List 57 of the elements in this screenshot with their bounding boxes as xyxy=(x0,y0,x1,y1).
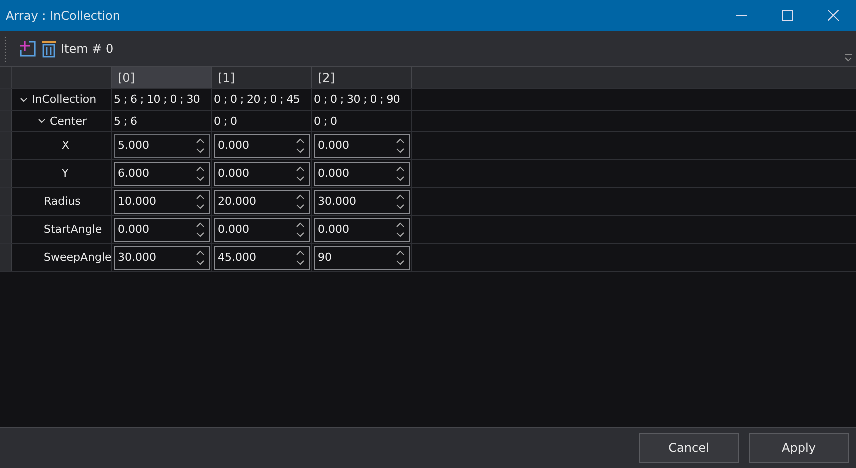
number-field[interactable]: 10.000 xyxy=(114,190,210,214)
number-field[interactable]: 20.000 xyxy=(214,190,310,214)
delete-item-button[interactable] xyxy=(41,40,57,58)
spinner-arrows-icon[interactable] xyxy=(296,248,305,266)
spinner-arrows-icon[interactable] xyxy=(196,136,205,154)
spinner-arrows-icon[interactable] xyxy=(396,164,405,182)
property-value: 5 ; 6 ; 10 ; 0 ; 30 xyxy=(114,93,200,106)
number-field[interactable]: 5.000 xyxy=(114,134,210,158)
property-name: SweepAngle xyxy=(44,251,112,264)
property-name: X xyxy=(62,139,70,152)
window-title: Array : InCollection xyxy=(6,8,122,22)
spinner-arrows-icon[interactable] xyxy=(396,192,405,210)
number-field[interactable]: 0.000 xyxy=(314,162,410,186)
number-field[interactable]: 90 xyxy=(314,246,410,270)
chevron-down-icon[interactable] xyxy=(38,117,46,125)
property-name: Y xyxy=(62,167,69,180)
property-name: StartAngle xyxy=(44,223,102,236)
property-value: 0 ; 0 xyxy=(214,114,238,128)
spinner-arrows-icon[interactable] xyxy=(296,192,305,210)
spinner-arrows-icon[interactable] xyxy=(196,220,205,238)
property-value: 0 ; 0 ; 20 ; 0 ; 45 xyxy=(214,93,300,106)
cancel-button[interactable]: Cancel xyxy=(639,433,739,463)
number-field[interactable]: 0.000 xyxy=(314,134,410,158)
maximize-icon[interactable] xyxy=(782,10,792,21)
property-value: 0 ; 0 ; 30 ; 0 ; 90 xyxy=(314,93,400,106)
number-field[interactable]: 6.000 xyxy=(114,162,210,186)
spinner-arrows-icon[interactable] xyxy=(196,164,205,182)
spinner-arrows-icon[interactable] xyxy=(396,136,405,154)
column-header[interactable]: [0] xyxy=(112,67,212,88)
overflow-icon[interactable] xyxy=(845,54,852,62)
spinner-arrows-icon[interactable] xyxy=(196,248,205,266)
spinner-arrows-icon[interactable] xyxy=(196,192,205,210)
property-value: 5 ; 6 xyxy=(114,114,138,128)
number-field[interactable]: 0.000 xyxy=(214,162,310,186)
spinner-arrows-icon[interactable] xyxy=(296,136,305,154)
number-field[interactable]: 0.000 xyxy=(214,218,310,242)
spinner-arrows-icon[interactable] xyxy=(396,248,405,266)
number-field[interactable]: 0.000 xyxy=(314,218,410,242)
property-name: InCollection xyxy=(32,93,97,106)
property-name: Radius xyxy=(44,195,81,208)
add-item-button[interactable] xyxy=(19,40,37,58)
number-field[interactable]: 30.000 xyxy=(314,190,410,214)
number-field[interactable]: 30.000 xyxy=(114,246,210,270)
column-header[interactable]: [2] xyxy=(312,67,412,88)
property-name: Center xyxy=(50,114,88,128)
number-field[interactable]: 45.000 xyxy=(214,246,310,270)
number-field[interactable]: 0.000 xyxy=(114,218,210,242)
close-icon[interactable] xyxy=(828,10,838,21)
spinner-arrows-icon[interactable] xyxy=(396,220,405,238)
item-label: Item # 0 xyxy=(61,42,114,56)
column-header[interactable]: [1] xyxy=(212,67,312,88)
spinner-arrows-icon[interactable] xyxy=(296,164,305,182)
apply-button[interactable]: Apply xyxy=(749,433,849,463)
chevron-down-icon[interactable] xyxy=(20,96,28,104)
number-field[interactable]: 0.000 xyxy=(214,134,310,158)
property-value: 0 ; 0 xyxy=(314,114,338,128)
spinner-arrows-icon[interactable] xyxy=(296,220,305,238)
